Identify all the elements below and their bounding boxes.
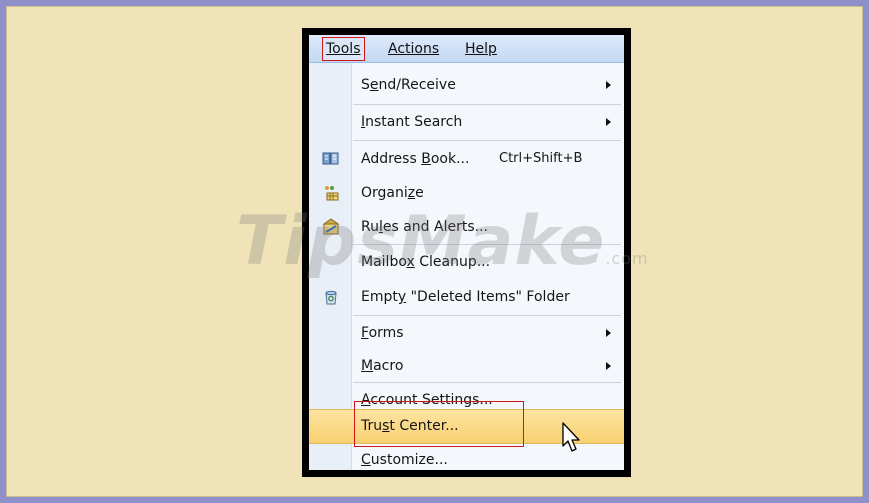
menu-separator	[353, 140, 621, 141]
highlight-annotation-box	[354, 401, 524, 447]
rules-alerts-icon	[322, 218, 340, 236]
menu-bar: Tools Actions Help	[309, 35, 624, 63]
menu-item-instant-search[interactable]: Instant Search	[309, 105, 624, 139]
menu-item-label: Address Book...	[361, 151, 470, 167]
menu-screenshot: Tools Actions Help Send/Receive Instant …	[302, 28, 631, 477]
menu-item-address-book[interactable]: Address Book... Ctrl+Shift+B	[309, 142, 624, 176]
submenu-arrow-icon	[606, 81, 611, 89]
menu-item-label: Customize...	[361, 452, 448, 468]
menu-help[interactable]: Help	[465, 39, 497, 59]
menu-item-rules-alerts[interactable]: Rules and Alerts...	[309, 210, 624, 244]
menu-tools-label: Tools	[326, 41, 361, 57]
address-book-icon	[322, 150, 340, 168]
menu-item-forms[interactable]: Forms	[309, 316, 624, 350]
menu-help-label: Help	[465, 41, 497, 57]
tools-menu-window: Tools Actions Help Send/Receive Instant …	[309, 35, 624, 470]
menu-actions[interactable]: Actions	[388, 39, 439, 59]
menu-item-empty-deleted[interactable]: Empty "Deleted Items" Folder	[309, 280, 624, 314]
shortcut-label: Ctrl+Shift+B	[499, 151, 583, 166]
menu-item-macro[interactable]: Macro	[309, 349, 624, 383]
menu-item-label: Mailbox Cleanup...	[361, 254, 491, 270]
menu-tools[interactable]: Tools	[322, 37, 365, 61]
mouse-cursor-icon	[561, 422, 583, 458]
organize-icon	[322, 184, 340, 202]
menu-actions-label: Actions	[388, 41, 440, 57]
submenu-arrow-icon	[606, 118, 611, 126]
menu-item-label: Rules and Alerts...	[361, 219, 488, 235]
menu-item-mailbox-cleanup[interactable]: Mailbox Cleanup...	[309, 245, 624, 279]
menu-item-organize[interactable]: Organize	[309, 176, 624, 210]
menu-item-label: Send/Receive	[361, 77, 456, 93]
submenu-arrow-icon	[606, 329, 611, 337]
submenu-arrow-icon	[606, 362, 611, 370]
menu-item-label: Instant Search	[361, 114, 463, 130]
menu-item-label: Empty "Deleted Items" Folder	[361, 289, 570, 305]
menu-item-label: Organize	[361, 185, 424, 201]
recycle-bin-icon	[322, 288, 340, 306]
menu-item-label: Forms	[361, 325, 404, 341]
menu-item-label: Macro	[361, 358, 404, 374]
menu-item-send-receive[interactable]: Send/Receive	[309, 68, 624, 102]
